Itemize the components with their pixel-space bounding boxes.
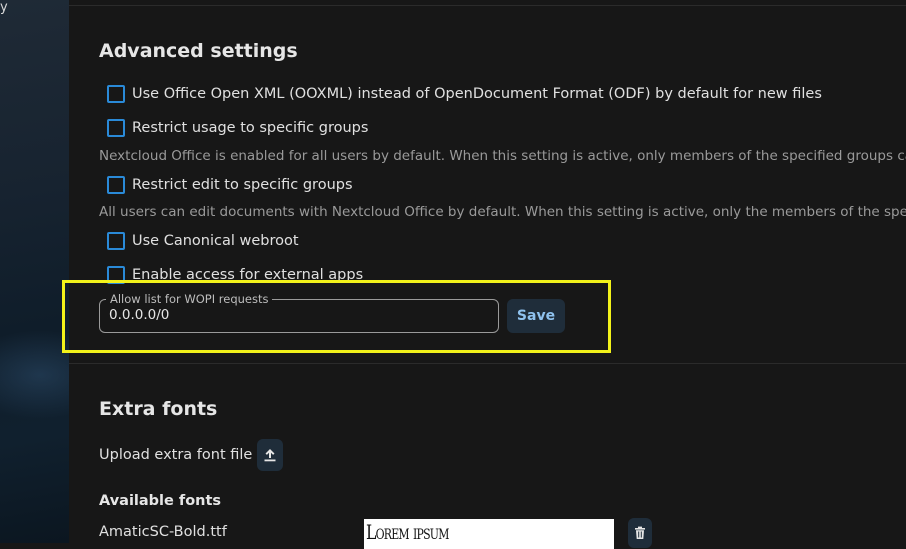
app-sidebar: y <box>0 0 69 543</box>
font-preview-text: Lorem ipsum <box>366 520 449 544</box>
restrict-edit-label[interactable]: Restrict edit to specific groups <box>132 177 353 193</box>
available-fonts-title: Available fonts <box>99 493 222 509</box>
ooxml-label[interactable]: Use Office Open XML (OOXML) instead of O… <box>132 86 822 102</box>
option-canonical-webroot[interactable]: Use Canonical webroot <box>107 230 299 252</box>
font-preview: Lorem ipsum <box>364 519 614 549</box>
canonical-webroot-checkbox[interactable] <box>107 232 125 250</box>
section-divider <box>69 363 906 364</box>
canonical-webroot-label[interactable]: Use Canonical webroot <box>132 233 299 249</box>
extra-fonts-title: Extra fonts <box>99 398 218 420</box>
upload-font-label: Upload extra font file <box>99 447 253 463</box>
option-ooxml[interactable]: Use Office Open XML (OOXML) instead of O… <box>107 83 822 105</box>
restrict-usage-hint: Nextcloud Office is enabled for all user… <box>99 148 906 164</box>
restrict-usage-label[interactable]: Restrict usage to specific groups <box>132 120 368 136</box>
option-restrict-usage[interactable]: Restrict usage to specific groups <box>107 117 368 139</box>
restrict-usage-checkbox[interactable] <box>107 119 125 137</box>
font-file-name: AmaticSC-Bold.ttf <box>99 524 227 540</box>
sidebar-truncated-text[interactable]: y <box>0 0 8 15</box>
settings-content: Advanced settings Use Office Open XML (O… <box>62 0 906 549</box>
top-divider <box>69 5 906 6</box>
upload-icon <box>264 449 276 462</box>
restrict-edit-hint: All users can edit documents with Nextcl… <box>99 204 906 220</box>
option-restrict-edit[interactable]: Restrict edit to specific groups <box>107 174 353 196</box>
trash-icon <box>635 526 645 539</box>
sidebar-background-glow <box>0 330 69 420</box>
upload-font-button[interactable] <box>257 439 283 471</box>
highlight-box <box>62 280 611 353</box>
delete-font-button[interactable] <box>628 518 652 548</box>
restrict-edit-checkbox[interactable] <box>107 176 125 194</box>
advanced-settings-title: Advanced settings <box>99 40 298 62</box>
ooxml-checkbox[interactable] <box>107 85 125 103</box>
